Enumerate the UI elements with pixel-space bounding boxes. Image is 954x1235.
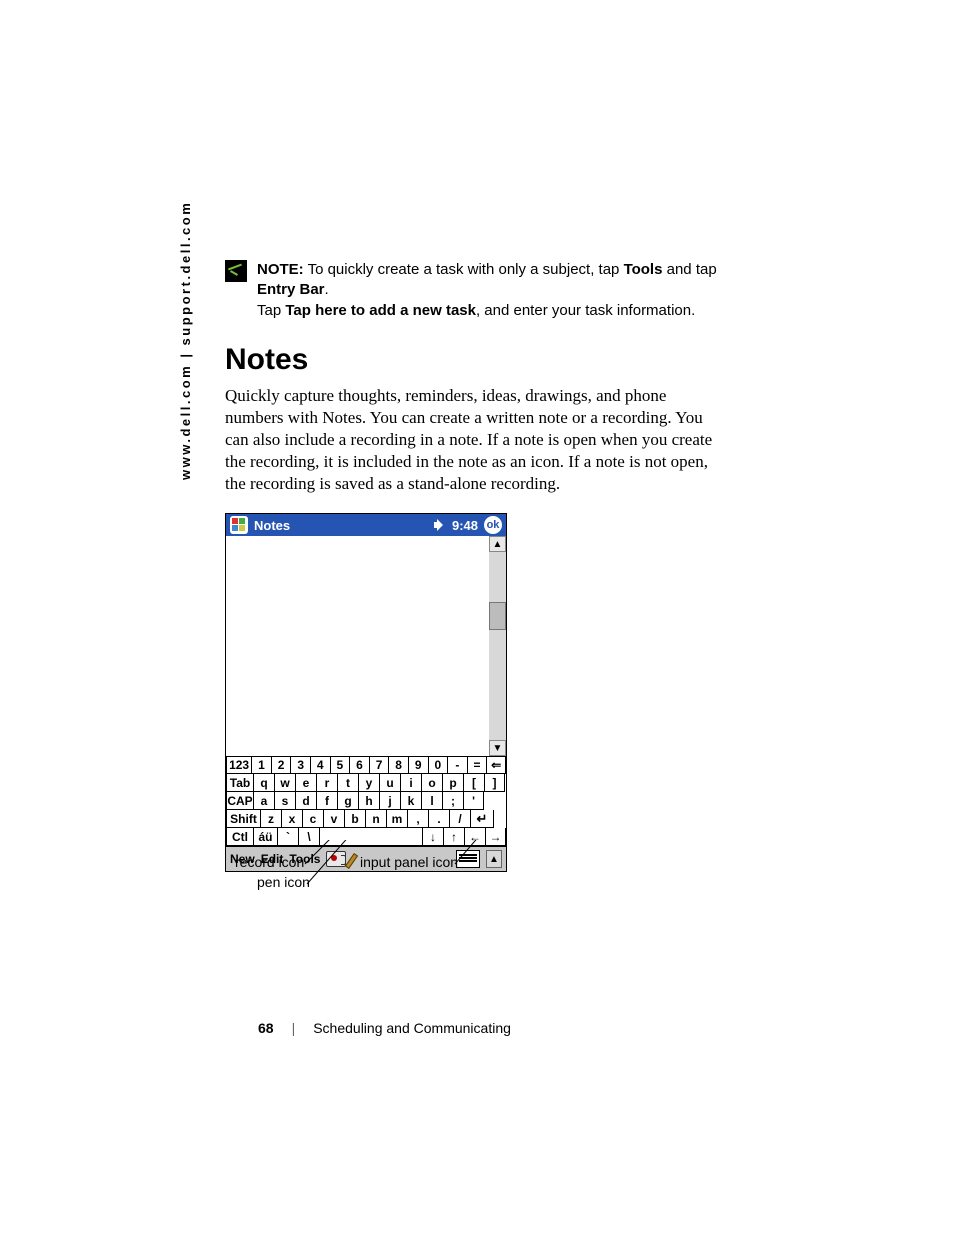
section-heading: Notes [225,343,725,377]
key-space[interactable] [319,828,422,846]
key-][interactable]: ] [484,774,505,792]
key-=[interactable]: = [467,756,487,774]
key-x[interactable]: x [281,810,302,828]
key-u[interactable]: u [379,774,400,792]
scroll-down-button[interactable] [489,740,506,756]
footer-divider: | [292,1020,296,1036]
key-enter[interactable] [470,810,494,828]
key-n[interactable]: n [365,810,386,828]
key-bksp[interactable] [486,756,506,774]
key-áü[interactable]: áü [253,828,277,846]
scroll-thumb[interactable] [489,602,506,630]
menu-new[interactable]: New [230,852,255,866]
key-6[interactable]: 6 [349,756,369,774]
key-`[interactable]: ` [277,828,298,846]
key-8[interactable]: 8 [388,756,408,774]
key-Ctl[interactable]: Ctl [226,828,253,846]
page-number: 68 [258,1020,274,1036]
menu-tools[interactable]: Tools [289,852,320,866]
key-r[interactable]: r [316,774,337,792]
callout-pen: pen icon [257,874,310,890]
titlebar: Notes 9:48 ok [226,514,506,536]
ok-button[interactable]: ok [484,516,502,534]
note-block: NOTE: To quickly create a task with only… [225,260,725,321]
key-l[interactable]: l [421,792,442,810]
page-content: NOTE: To quickly create a task with only… [225,260,725,872]
key--[interactable]: - [447,756,467,774]
device-screenshot: Notes 9:48 ok 1231234567890-=Tabqwertyui… [225,513,507,872]
key-t[interactable]: t [337,774,358,792]
key-Tab[interactable]: Tab [226,774,253,792]
key-q[interactable]: q [253,774,274,792]
key-4[interactable]: 4 [310,756,330,774]
key-down[interactable] [422,828,443,846]
key-left[interactable] [464,828,485,846]
kbd-row4: Shiftzxcvbnm,./ [226,810,506,828]
note-canvas[interactable] [226,536,506,756]
kbd-row5: Ctláü`\ [226,828,506,846]
side-url: www.dell.com | support.dell.com [178,201,193,480]
key-2[interactable]: 2 [271,756,291,774]
key-f[interactable]: f [316,792,337,810]
note-prefix: NOTE: [257,261,304,278]
input-panel-icon[interactable] [456,850,480,868]
body-paragraph: Quickly capture thoughts, reminders, ide… [225,385,725,495]
note-text: NOTE: To quickly create a task with only… [257,260,725,321]
key-o[interactable]: o [421,774,442,792]
key-1[interactable]: 1 [251,756,271,774]
command-bar: New Edit Tools [226,846,506,871]
clock-time: 9:48 [452,518,478,533]
kbd-row1: 1231234567890-= [226,756,506,774]
speaker-icon[interactable] [434,519,446,531]
key-w[interactable]: w [274,774,295,792]
key-,[interactable]: , [407,810,428,828]
key-5[interactable]: 5 [330,756,350,774]
sip-selector-arrow[interactable] [486,850,502,868]
note-check-icon [225,260,247,282]
key-v[interactable]: v [323,810,344,828]
key-e[interactable]: e [295,774,316,792]
kbd-row3: CAPasdfghjkl;' [226,792,506,810]
key-;[interactable]: ; [442,792,463,810]
key-0[interactable]: 0 [428,756,448,774]
key-3[interactable]: 3 [290,756,310,774]
vertical-scrollbar[interactable] [489,536,506,756]
page-footer: 68 | Scheduling and Communicating [258,1020,511,1036]
key-'[interactable]: ' [463,792,484,810]
key-b[interactable]: b [344,810,365,828]
key-k[interactable]: k [400,792,421,810]
chapter-title: Scheduling and Communicating [313,1020,511,1036]
key-y[interactable]: y [358,774,379,792]
key-right[interactable] [485,828,506,846]
key-/[interactable]: / [449,810,470,828]
menu-edit[interactable]: Edit [261,852,284,866]
start-flag-icon[interactable] [230,516,248,534]
key-s[interactable]: s [274,792,295,810]
key-c[interactable]: c [302,810,323,828]
record-icon[interactable] [326,851,346,867]
key-9[interactable]: 9 [408,756,428,774]
app-title: Notes [254,518,290,533]
kbd-row2: Tabqwertyuiop[] [226,774,506,792]
key-.[interactable]: . [428,810,449,828]
key-up[interactable] [443,828,464,846]
key-z[interactable]: z [260,810,281,828]
key-j[interactable]: j [379,792,400,810]
scroll-up-button[interactable] [489,536,506,552]
key-d[interactable]: d [295,792,316,810]
key-CAP[interactable]: CAP [226,792,253,810]
key-h[interactable]: h [358,792,379,810]
key-123[interactable]: 123 [226,756,251,774]
pen-icon[interactable] [352,851,368,867]
soft-keyboard[interactable]: 1231234567890-=Tabqwertyuiop[]CAPasdfghj… [226,756,506,846]
key-\[interactable]: \ [298,828,319,846]
key-Shift[interactable]: Shift [226,810,260,828]
key-g[interactable]: g [337,792,358,810]
key-i[interactable]: i [400,774,421,792]
key-p[interactable]: p [442,774,463,792]
key-a[interactable]: a [253,792,274,810]
key-7[interactable]: 7 [369,756,389,774]
key-[[interactable]: [ [463,774,484,792]
key-m[interactable]: m [386,810,407,828]
